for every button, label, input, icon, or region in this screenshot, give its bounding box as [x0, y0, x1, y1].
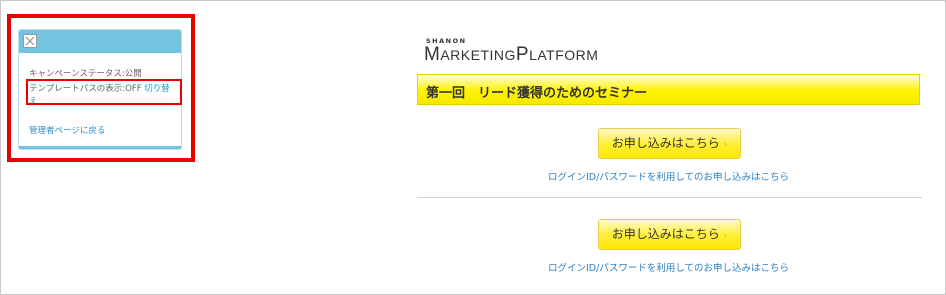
logo-marketing: ARKETING: [440, 47, 516, 63]
logo-platform: LATFORM: [529, 47, 599, 63]
login-apply-link[interactable]: ログインID/パスワードを利用してのお申し込みはこちら: [548, 169, 789, 183]
apply-button-label: お申し込みはこちら: [611, 227, 720, 241]
logo: MARKETINGPLATFORM: [424, 44, 598, 66]
logo-p: P: [515, 44, 530, 65]
login-apply-link-2[interactable]: ログインID/パスワードを利用してのお申し込みはこちら: [548, 260, 789, 274]
chevron-right-icon: ›: [723, 140, 728, 150]
logo-m: M: [424, 44, 441, 65]
highlight-box-inner: [26, 79, 182, 105]
apply-button-2[interactable]: お申し込みはこちら ›: [598, 219, 741, 250]
chevron-right-icon: ›: [723, 231, 728, 241]
page-title: 第一回 リード獲得のためのセミナー: [426, 86, 648, 101]
apply-button-label: お申し込みはこちら: [611, 136, 720, 150]
apply-button[interactable]: お申し込みはこちら ›: [598, 128, 741, 159]
title-bar: 第一回 リード獲得のためのセミナー: [417, 74, 920, 105]
divider: [417, 197, 922, 198]
